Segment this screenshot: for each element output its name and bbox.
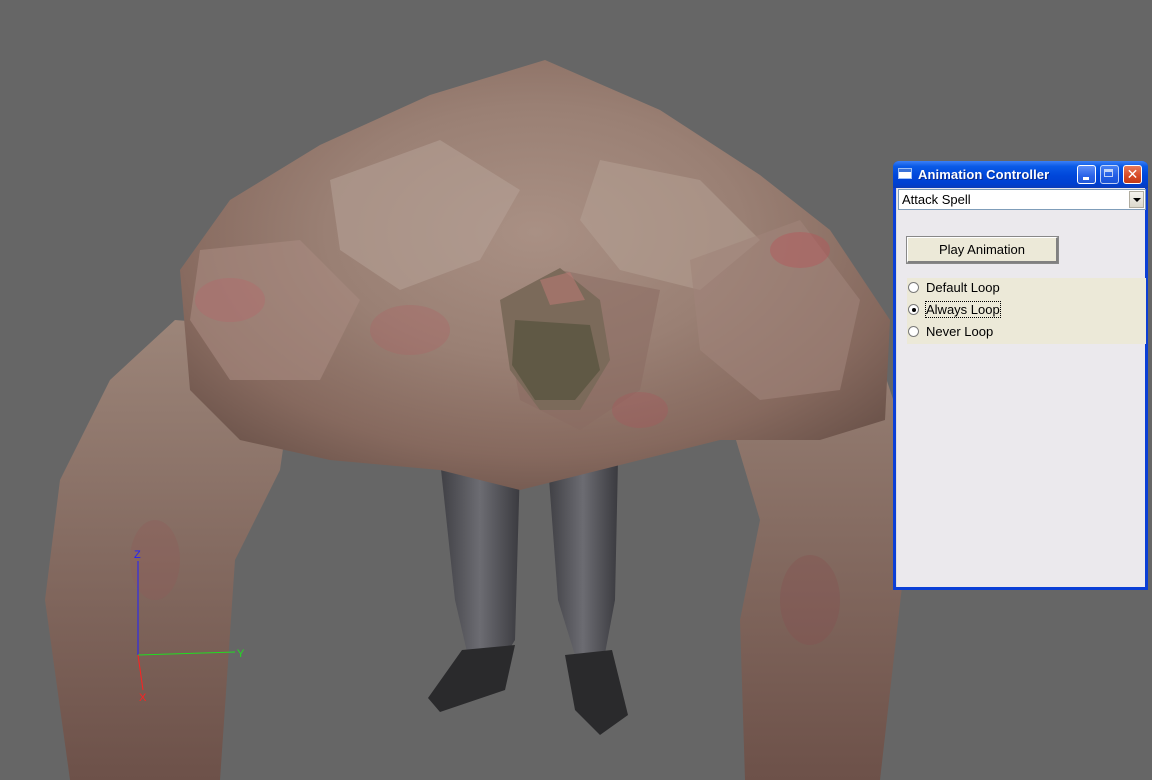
radio-label-never-loop[interactable]: Never Loop bbox=[926, 324, 993, 339]
window-app-icon bbox=[898, 168, 912, 179]
y-axis-line bbox=[137, 651, 236, 656]
radio-circle-default-loop[interactable] bbox=[908, 282, 919, 293]
axis-gizmo: Z Y X bbox=[134, 549, 245, 704]
window-titlebar[interactable]: Animation Controller ✕ bbox=[893, 161, 1148, 188]
y-axis-label: Y bbox=[237, 648, 245, 660]
close-button[interactable]: ✕ bbox=[1123, 165, 1142, 184]
x-axis-label: X bbox=[139, 692, 147, 704]
window-client-area: Attack Spell Play Animation Default Loop… bbox=[896, 188, 1146, 587]
chevron-down-icon[interactable] bbox=[1129, 191, 1144, 208]
radio-circle-always-loop[interactable] bbox=[908, 304, 919, 315]
radio-never-loop[interactable]: Never Loop bbox=[907, 323, 1146, 341]
minimize-button[interactable] bbox=[1077, 165, 1096, 184]
play-animation-button[interactable]: Play Animation bbox=[906, 236, 1059, 264]
radio-always-loop[interactable]: Always Loop bbox=[907, 301, 1146, 319]
radio-label-always-loop[interactable]: Always Loop bbox=[925, 301, 1001, 318]
animation-controller-window: Animation Controller ✕ Attack Spell Play… bbox=[893, 161, 1148, 590]
animation-select-value: Attack Spell bbox=[902, 192, 971, 207]
radio-default-loop[interactable]: Default Loop bbox=[907, 279, 1146, 297]
maximize-button[interactable] bbox=[1100, 165, 1119, 184]
radio-circle-never-loop[interactable] bbox=[908, 326, 919, 337]
animation-select[interactable]: Attack Spell bbox=[898, 189, 1146, 210]
window-title: Animation Controller bbox=[918, 167, 1050, 182]
loop-mode-group: Default Loop Always Loop Never Loop bbox=[907, 278, 1146, 344]
close-icon: ✕ bbox=[1126, 166, 1139, 182]
x-axis-line bbox=[137, 654, 144, 691]
z-axis-label: Z bbox=[134, 549, 141, 561]
radio-label-default-loop[interactable]: Default Loop bbox=[926, 280, 1000, 295]
